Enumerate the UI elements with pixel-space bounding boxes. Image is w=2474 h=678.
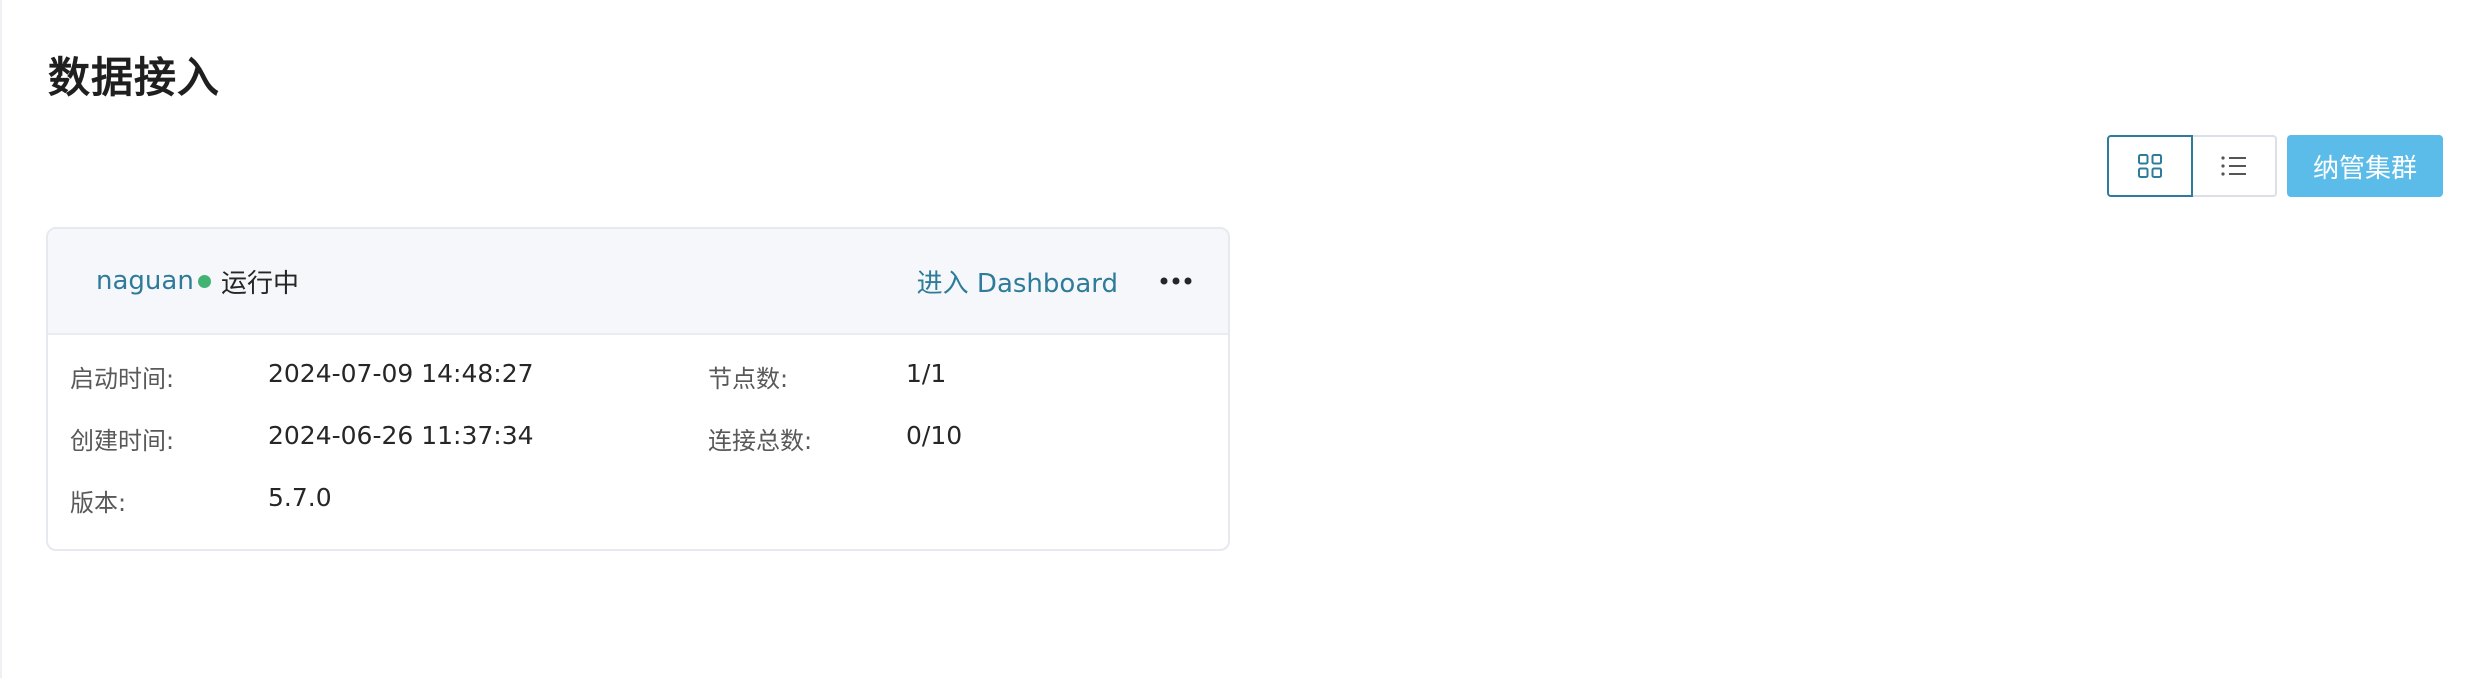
status-indicator: 运行中 [198,263,299,300]
nodes-label: 节点数: [708,365,789,393]
start-time-value: 2024-07-09 14:48:27 [268,359,534,388]
more-actions-button[interactable] [1156,261,1196,301]
list-view-button[interactable] [2192,135,2277,197]
cluster-card-body: 启动时间: 2024-07-09 14:48:27 节点数: 1/1 创建时间:… [48,335,1228,549]
created-time-value: 2024-06-26 11:37:34 [268,421,534,450]
view-toggle [2106,135,2277,197]
list-icon [2221,156,2246,176]
toolbar: 纳管集群 [2106,135,2443,197]
add-cluster-button[interactable]: 纳管集群 [2286,135,2443,197]
cluster-card-header: naguan 运行中 进入 Dashboard [48,229,1228,335]
page-title: 数据接入 [48,53,221,102]
nodes-value: 1/1 [906,359,947,388]
created-time-label: 创建时间: [70,427,175,455]
connections-value: 0/10 [906,421,963,450]
grid-icon [2137,154,2162,178]
version-value: 5.7.0 [268,483,332,512]
cluster-card: naguan 运行中 进入 Dashboard 启动时间: 2024-07-09… [46,227,1230,551]
page: 数据接入 纳管集群 naguan 运行中 进入 Dashboard 启动时间: … [0,0,2474,678]
grid-view-button[interactable] [2106,135,2193,197]
enter-dashboard-link[interactable]: 进入 Dashboard [917,263,1118,300]
status-text: 运行中 [221,268,300,299]
more-horizontal-icon [1160,277,1192,285]
start-time-label: 启动时间: [70,365,175,393]
connections-label: 连接总数: [708,427,813,455]
version-label: 版本: [70,489,127,517]
status-dot-icon [198,274,211,288]
cluster-name-link[interactable]: naguan [96,266,194,296]
